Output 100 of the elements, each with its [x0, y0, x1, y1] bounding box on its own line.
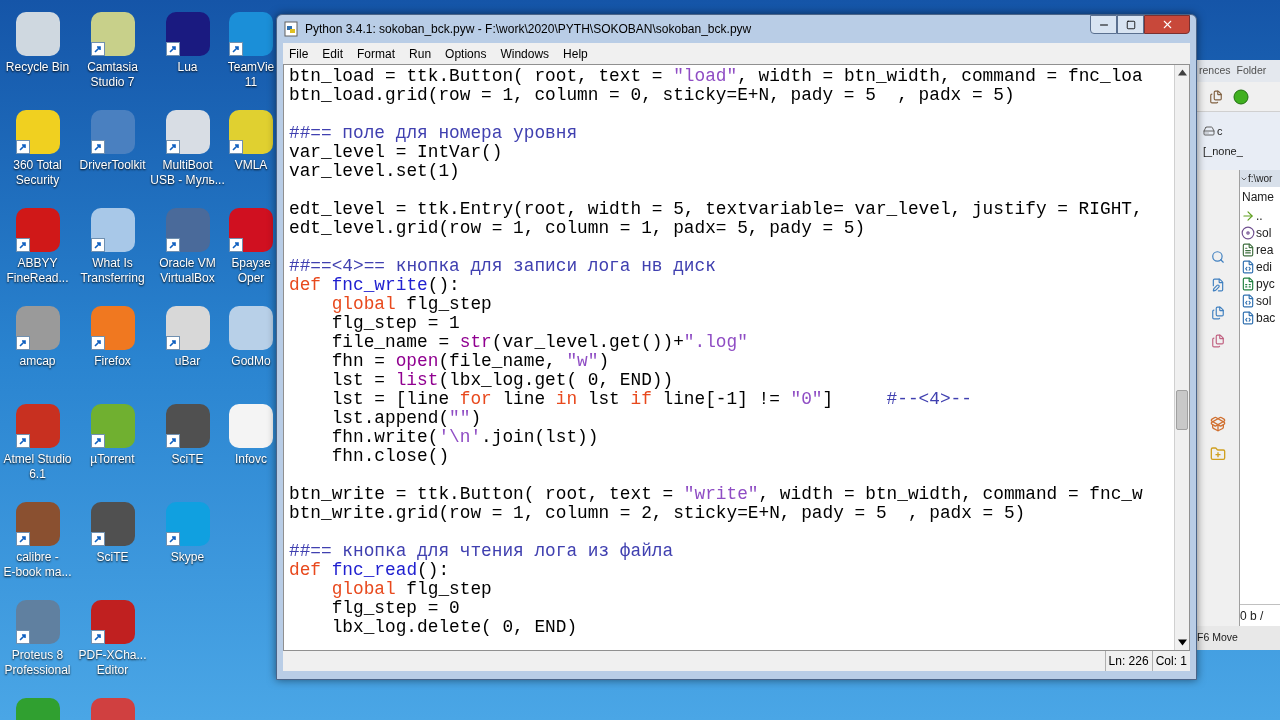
code-line: edt_level.grid(row = 1, column = 1, padx= 5, pady = 5)	[289, 219, 866, 238]
code-line: def fnc_read():	[289, 561, 450, 580]
icon-label: PDF-XCha... Editor	[78, 648, 147, 678]
app-icon[interactable]	[90, 600, 135, 644]
status-cell: Ln: 226	[1104, 651, 1152, 671]
file-name[interactable]: sol	[1256, 223, 1272, 242]
icon-label: What Is Transferring	[80, 256, 145, 286]
code-line: btn_write.grid(row = 1, column = 2, sticky=E+N, pady = 5 , padx = 5)	[289, 504, 1026, 523]
app-icon[interactable]	[229, 110, 273, 154]
code-line: ##== кнопка для чтения лога из файла	[289, 542, 674, 561]
code-line: lst = list(lbx_log.get( 0, END))	[331, 371, 674, 390]
code-line: flg_step = 0	[331, 599, 460, 618]
icon-label: VMLA	[234, 158, 268, 173]
python-file-icon	[283, 21, 299, 37]
code-line: fhn = open(file_name, "w")	[331, 352, 610, 371]
icon-label: Atmel Studio 6.1	[3, 452, 72, 482]
icon-label: Lua	[177, 60, 198, 75]
app-icon[interactable]	[165, 12, 210, 56]
icon-label: µTorrent	[90, 452, 135, 467]
file-name[interactable]: ..	[1256, 206, 1263, 225]
icon-label: DriverToolkit	[79, 158, 146, 173]
status-light-icon[interactable]	[1233, 88, 1249, 105]
code-line: def fnc_write():	[289, 276, 460, 295]
menu-item[interactable]: File	[289, 44, 309, 63]
box-icon[interactable]	[1210, 416, 1226, 432]
close-button[interactable]	[1144, 15, 1190, 34]
code-line: file_name = str(var_level.get())+".log"	[331, 333, 748, 352]
file-edit-icon[interactable]	[1211, 278, 1225, 292]
code-line: fhn.close()	[331, 447, 450, 466]
maximize-button[interactable]	[1117, 15, 1144, 34]
menu-item[interactable]: Run	[409, 44, 432, 63]
file-name[interactable]: pyc	[1256, 274, 1275, 293]
menu-item[interactable]: Windows	[500, 44, 550, 63]
app-icon[interactable]	[90, 110, 135, 154]
file-name[interactable]: edi	[1256, 257, 1272, 276]
app-icon[interactable]	[90, 12, 135, 56]
icon-label: ABBYY FineRead...	[6, 256, 69, 286]
drive-label[interactable]: [_none_	[1203, 143, 1243, 160]
icon-label: MultiBoot USB - Муль...	[150, 158, 225, 188]
icon-label: 360 Total Security	[13, 158, 62, 188]
code-line: lst = [line for line in lst if line[-1] != "0"] #--<4>--	[331, 390, 972, 409]
app-icon[interactable]	[229, 208, 273, 252]
code-line: lst.append("")	[331, 409, 482, 428]
icon-label: Recycle Bin	[5, 60, 70, 75]
app-icon[interactable]	[15, 110, 60, 154]
app-icon[interactable]	[15, 208, 60, 252]
app-icon[interactable]	[229, 12, 273, 56]
menu-item[interactable]: Edit	[322, 44, 344, 63]
icon-label: TeamVie 11	[227, 60, 275, 90]
toolbar-icon[interactable]	[1209, 89, 1223, 104]
path-bar[interactable]: f:\wor	[1240, 170, 1280, 187]
app-icon[interactable]	[15, 502, 60, 546]
menu-tab[interactable]: Folder	[1236, 63, 1267, 79]
code-line: ##==<4>== кнопка для записи лога нв диск	[289, 257, 716, 276]
icon-label: GodMo	[231, 354, 271, 369]
file-name[interactable]: bac	[1256, 308, 1276, 327]
code-line: btn_write = ttk.Button( root, text = "write", width = btn_width, command = fnc_w	[289, 485, 1143, 504]
icon-label: Infovc	[235, 452, 267, 467]
icon-label: Браузе Oper	[231, 256, 271, 286]
app-icon[interactable]	[90, 502, 135, 546]
icon-label: SciTE	[171, 452, 204, 467]
file-name[interactable]: rea	[1256, 240, 1274, 259]
app-icon[interactable]	[165, 110, 210, 154]
icon-label: Proteus 8 Professional	[4, 648, 71, 678]
app-icon[interactable]	[165, 404, 210, 448]
icon-label: Camtasia Studio 7	[87, 60, 138, 90]
drive-icon	[1203, 124, 1215, 137]
column-header[interactable]: Name	[1240, 187, 1280, 207]
menu-item[interactable]: Options	[445, 44, 487, 63]
file-name[interactable]: sol	[1256, 291, 1272, 310]
code-line: btn_load = ttk.Button( root, text = "load", width = btn_width, command = fnc_loa	[289, 67, 1143, 86]
scrollbar-thumb[interactable]	[1176, 390, 1188, 430]
icon-label: SciTE	[96, 550, 129, 565]
minimize-button[interactable]	[1090, 15, 1117, 34]
icon-label: calibre - E-book ma...	[3, 550, 72, 580]
icon-label: Oracle VM VirtualBox	[159, 256, 216, 286]
window-title: Python 3.4.1: sokoban_bck.pyw - F:\work\2020\PYTH\SOKOBAN\sokoban_bck.pyw	[305, 21, 752, 38]
menu-tab[interactable]: rences	[1199, 63, 1231, 79]
menu-item[interactable]: Help	[563, 44, 588, 63]
status-cell: Col: 1	[1151, 651, 1190, 671]
scrollbar[interactable]	[1174, 65, 1189, 650]
files-icon[interactable]	[1211, 334, 1225, 348]
menu-item[interactable]: Format	[357, 44, 396, 63]
code-line: global flg_step	[331, 295, 492, 314]
icon-label: Skype	[170, 550, 205, 565]
code-line: var_level = IntVar()	[289, 143, 503, 162]
drive-label[interactable]: c	[1217, 122, 1223, 139]
search-icon[interactable]	[1211, 250, 1225, 264]
code-line: edt_level = ttk.Entry(root, width = 5, textvariable= var_level, justify = RIGHT,	[289, 200, 1143, 219]
code-line: fhn.write('\n'.join(lst))	[331, 428, 599, 447]
icon-label: amcap	[19, 354, 56, 369]
code-line: ##== поле для номера уровня	[289, 124, 578, 143]
code-line: flg_step = 1	[331, 314, 460, 333]
icon-label: uBar	[174, 354, 201, 369]
code-line: btn_load.grid(row = 1, column = 0, sticky=E+N, pady = 5 , padx = 5)	[289, 86, 1015, 105]
code-line: var_level.set(1)	[289, 162, 460, 181]
icon-label: Firefox	[94, 354, 131, 369]
code-line: lbx_log.delete( 0, END)	[331, 618, 578, 637]
maximize-icon	[1125, 19, 1136, 30]
files-icon[interactable]	[1211, 306, 1225, 320]
